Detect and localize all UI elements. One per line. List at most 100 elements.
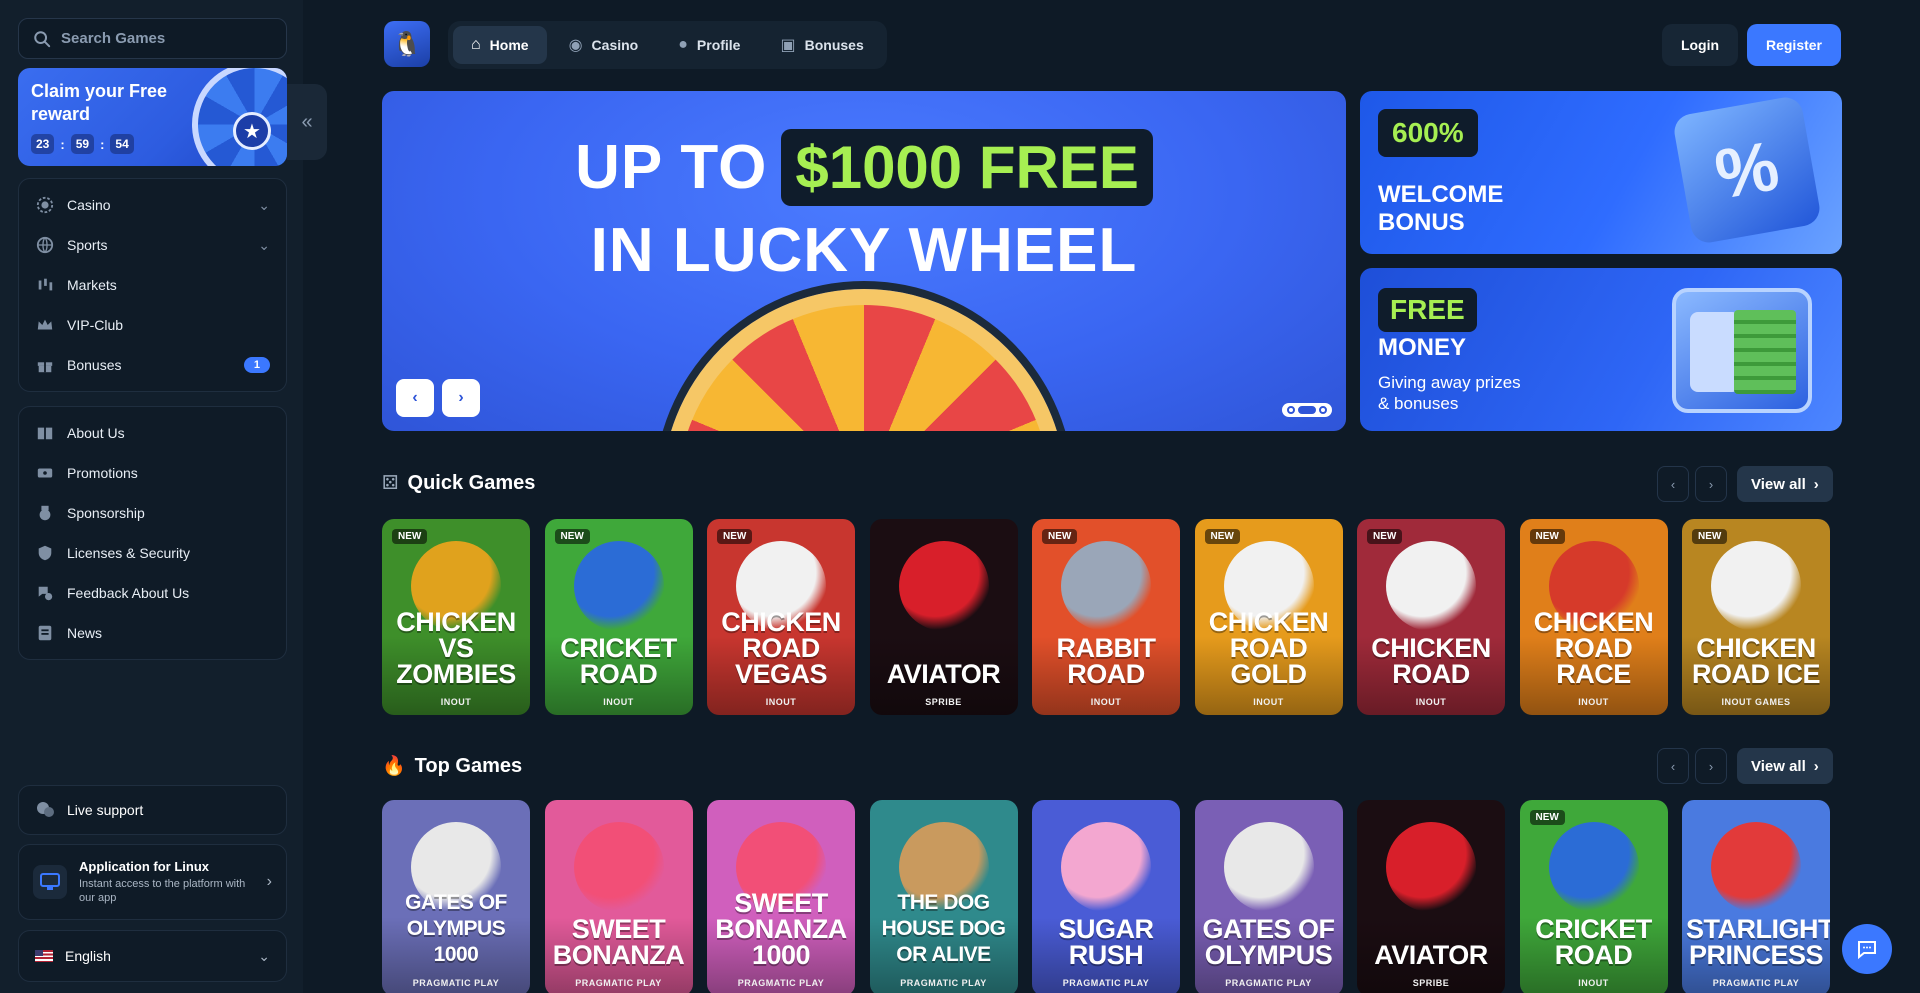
sidebar-item-bonuses[interactable]: Bonuses 1 — [19, 345, 286, 385]
sidebar-item-label: Sponsorship — [67, 505, 145, 521]
game-card[interactable]: NEW CHICKEN ROAD INOUT — [1357, 519, 1505, 715]
quick-games-next-button[interactable]: › — [1695, 466, 1727, 502]
chevron-right-icon: › — [1708, 476, 1714, 492]
new-badge: NEW — [1529, 529, 1565, 544]
game-card[interactable]: NEW CHICKEN ROAD RACE INOUT — [1519, 519, 1668, 715]
tab-bonuses[interactable]: ▣ Bonuses — [762, 26, 881, 64]
top-games-view-all[interactable]: View all › — [1737, 748, 1833, 784]
quick-games-heading: ⚄ Quick Games — [382, 472, 535, 495]
sidebar-item-promotions[interactable]: Promotions — [19, 453, 286, 493]
top-games-prev-button[interactable]: ‹ — [1657, 748, 1689, 784]
sidebar-item-casino[interactable]: Casino ⌄ — [19, 185, 286, 225]
game-art — [1386, 541, 1476, 631]
game-art — [1061, 822, 1151, 912]
dice-icon: ⚄ — [382, 473, 399, 494]
new-badge: NEW — [1204, 529, 1240, 544]
sidebar-item-licenses[interactable]: Licenses & Security — [19, 533, 286, 573]
game-art — [573, 822, 664, 912]
top-games-next-button[interactable]: › — [1695, 748, 1727, 784]
game-title: GATES OF OLYMPUS — [1202, 914, 1335, 970]
game-title: SWEET BONANZA 1000 — [715, 888, 847, 970]
game-card[interactable]: AVIATOR SPRIBE — [1357, 800, 1505, 993]
view-all-label: View all — [1751, 757, 1806, 775]
sidebar-item-sports[interactable]: Sports ⌄ — [19, 225, 286, 265]
game-card[interactable]: GATES OF OLYMPUS PRAGMATIC PLAY — [1194, 800, 1343, 993]
hero-banner[interactable]: UP TO $1000 FREE IN LUCKY WHEEL ‹ › — [382, 91, 1346, 431]
sidebar-item-news[interactable]: News — [19, 613, 286, 653]
chat-button[interactable] — [1842, 924, 1892, 974]
search-box[interactable] — [18, 18, 287, 59]
quick-games-view-all[interactable]: View all › — [1737, 466, 1833, 502]
search-icon — [34, 30, 51, 47]
live-support-button[interactable]: Live support — [18, 785, 287, 835]
welcome-bonus-banner[interactable]: % 600% WELCOME BONUS — [1360, 91, 1842, 254]
top-games-row: GATES OF OLYMPUS 1000 PRAGMATIC PLAY SWEET… — [382, 800, 1842, 993]
sidebar-item-feedback[interactable]: Feedback About Us — [19, 573, 286, 613]
linux-app-card[interactable]: Application for Linux Instant access to … — [18, 844, 287, 920]
chevron-left-icon: ‹ — [412, 389, 418, 406]
sidebar-item-vip-club[interactable]: VIP-Club — [19, 305, 286, 345]
site-logo[interactable]: 🐧 — [384, 21, 430, 67]
penguin-mascot-icon: 🐧 — [392, 30, 422, 58]
game-art — [1223, 822, 1314, 912]
search-input[interactable] — [61, 30, 261, 47]
promo-badge: 600% — [1378, 109, 1478, 157]
game-title: CRICKET ROAD — [560, 633, 677, 689]
sidebar-item-label: About Us — [67, 425, 125, 441]
game-provider: PRAGMATIC PLAY — [412, 978, 500, 988]
game-provider: INOUT — [1415, 697, 1447, 707]
language-selector[interactable]: English ⌄ — [18, 930, 287, 982]
game-title: CHICKEN ROAD ICE — [1691, 633, 1821, 689]
new-badge: NEW — [392, 529, 428, 544]
sidebar: Claim your Free reward 23: 59: 54 ★ « Ca… — [0, 0, 327, 993]
sidebar-item-label: Markets — [67, 277, 117, 293]
game-card[interactable]: STARLIGHT PRINCESS PRAGMATIC PLAY — [1682, 800, 1830, 993]
sidebar-item-label: Licenses & Security — [67, 545, 190, 561]
game-card[interactable]: SUGAR RUSH PRAGMATIC PLAY — [1032, 800, 1180, 993]
game-card[interactable]: NEW CRICKET ROAD INOUT — [1519, 800, 1668, 993]
carousel-dot[interactable] — [1287, 406, 1295, 414]
login-button[interactable]: Login — [1662, 24, 1738, 66]
sidebar-item-sponsorship[interactable]: Sponsorship — [19, 493, 286, 533]
game-art — [1061, 541, 1151, 631]
game-art — [1711, 822, 1801, 912]
register-button[interactable]: Register — [1747, 24, 1841, 66]
carousel-dot-active[interactable] — [1298, 406, 1316, 414]
tab-casino[interactable]: ◉ Casino — [551, 26, 657, 64]
game-provider: PRAGMATIC PLAY — [1062, 978, 1150, 988]
game-card[interactable]: NEW CHICKEN ROAD ICE INOUT GAMES — [1682, 519, 1830, 715]
reward-timer: 23: 59: 54 — [31, 134, 134, 154]
carousel-prev-button[interactable]: ‹ — [396, 379, 434, 417]
collapse-sidebar-button[interactable]: « — [287, 84, 327, 160]
game-card[interactable]: NEW CHICKEN ROAD GOLD INOUT — [1194, 519, 1343, 715]
carousel-next-button[interactable]: › — [442, 379, 480, 417]
sidebar-item-markets[interactable]: Markets — [19, 265, 286, 305]
free-money-banner[interactable]: FREE MONEY Giving away prizes & bonuses — [1360, 268, 1842, 431]
timer-hours: 23 — [31, 134, 55, 154]
game-card[interactable]: SWEET BONANZA 1000 PRAGMATIC PLAY — [707, 800, 855, 993]
quick-games-prev-button[interactable]: ‹ — [1657, 466, 1689, 502]
promo-title: WELCOME BONUS — [1378, 181, 1504, 236]
game-card[interactable]: SWEET BONANZA PRAGMATIC PLAY — [544, 800, 693, 993]
game-provider: INOUT GAMES — [1721, 697, 1791, 707]
game-card[interactable]: NEW CHICKEN VS ZOMBIES INOUT — [382, 519, 530, 715]
candles-icon — [35, 275, 55, 295]
new-badge: NEW — [717, 529, 753, 544]
sidebar-item-about-us[interactable]: About Us — [19, 413, 286, 453]
carousel-dot[interactable] — [1319, 406, 1327, 414]
game-art — [573, 541, 664, 631]
game-card[interactable]: NEW CHICKEN ROAD VEGAS INOUT — [707, 519, 855, 715]
game-card[interactable]: AVIATOR SPRIBE — [869, 519, 1018, 715]
ticket-icon — [35, 463, 55, 483]
game-provider: SPRIBE — [1412, 978, 1450, 988]
free-reward-banner[interactable]: Claim your Free reward 23: 59: 54 ★ — [18, 68, 287, 166]
tab-profile[interactable]: ● Profile — [660, 26, 758, 64]
section-title: Top Games — [414, 754, 523, 777]
game-title: CHICKEN VS ZOMBIES — [396, 607, 516, 689]
game-provider: INOUT — [1090, 697, 1122, 707]
game-card[interactable]: THE DOG HOUSE DOG OR ALIVE PRAGMATIC PLAY — [869, 800, 1018, 993]
game-card[interactable]: NEW RABBIT ROAD INOUT — [1032, 519, 1180, 715]
game-card[interactable]: NEW CRICKET ROAD INOUT — [544, 519, 693, 715]
tab-home[interactable]: ⌂ Home — [453, 26, 547, 64]
game-card[interactable]: GATES OF OLYMPUS 1000 PRAGMATIC PLAY — [382, 800, 530, 993]
